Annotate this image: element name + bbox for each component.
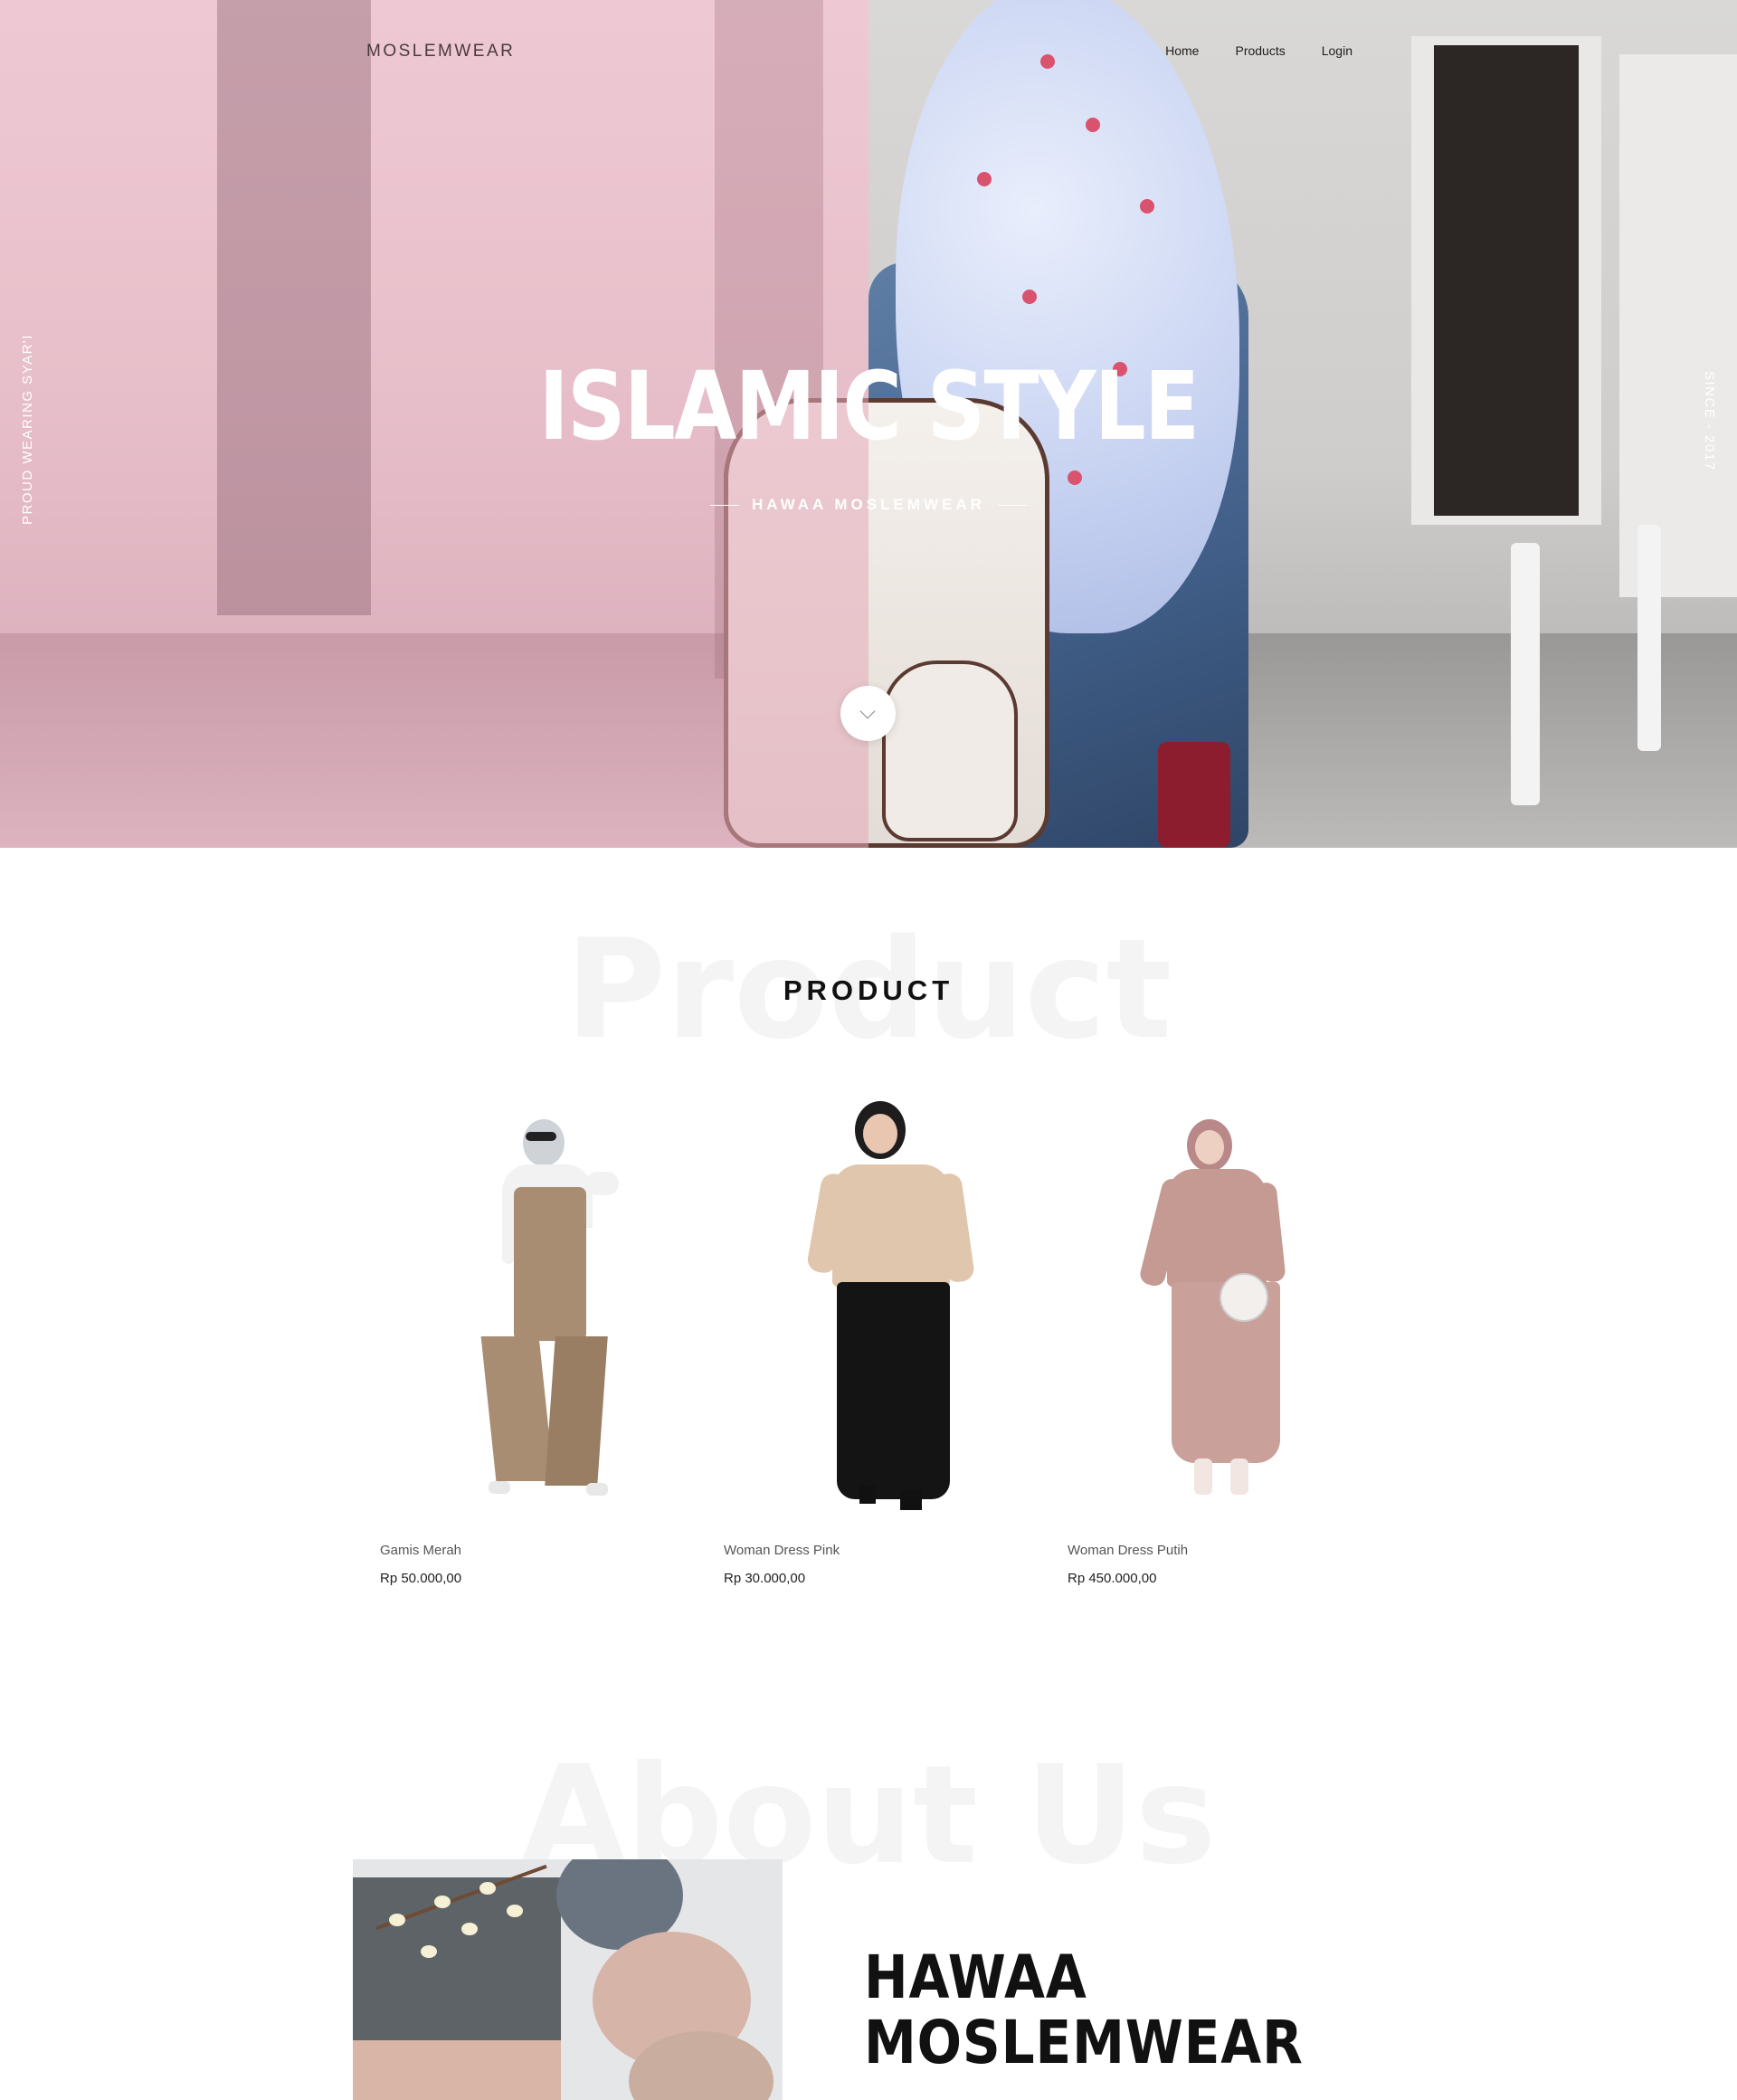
product-name[interactable]: Gamis Merah [380, 1543, 461, 1558]
product-price: Rp 30.000,00 [724, 1571, 806, 1586]
side-tagline-left: PROUD WEARING SYAR'I [20, 326, 38, 525]
about-section: About Us HAWAA MOSLEMWEAR [0, 1701, 1737, 2100]
product-section-title: PRODUCT [783, 974, 954, 1006]
scroll-down-button[interactable] [840, 686, 896, 741]
side-tagline-right-text: SINCE - 2017 [1702, 371, 1717, 471]
nav-link-login[interactable]: Login [1322, 43, 1353, 58]
product-price: Rp 50.000,00 [380, 1571, 462, 1586]
hero-subtitle: HAWAA MOSLEMWEAR [0, 496, 1737, 514]
product-card[interactable]: Woman Dress Pink Rp 30.000,00 [724, 1101, 1031, 1586]
about-heading: HAWAA MOSLEMWEAR [864, 1945, 1304, 2076]
divider-line-right [997, 504, 1027, 506]
hero-section: MOSLEMWEAR Home Products Login PROUD WEA… [0, 0, 1737, 848]
nav-link-home[interactable]: Home [1165, 43, 1199, 58]
product-image[interactable] [380, 1101, 688, 1499]
about-heading-line1: HAWAA [864, 1943, 1087, 2012]
product-price: Rp 450.000,00 [1068, 1571, 1157, 1586]
product-image[interactable] [1068, 1101, 1375, 1499]
product-name[interactable]: Woman Dress Pink [724, 1543, 840, 1558]
brand-logo[interactable]: MOSLEMWEAR [366, 42, 515, 62]
product-image[interactable] [724, 1101, 1031, 1510]
divider-line-left [710, 504, 740, 506]
nav-links: Home Products Login [1165, 43, 1353, 58]
about-image [353, 1859, 783, 2100]
hero-subtitle-text: HAWAA MOSLEMWEAR [752, 496, 985, 513]
product-grid: Gamis Merah Rp 50.000,00 Woman Dress Pin… [380, 1101, 1411, 1586]
chevron-down-icon [859, 703, 876, 719]
product-name[interactable]: Woman Dress Putih [1068, 1543, 1188, 1558]
hero-title: ISLAMIC STYLE [538, 351, 1201, 461]
product-section: Product PRODUCT Gamis Merah Rp 50.000,00 [0, 848, 1737, 1662]
product-card[interactable]: Gamis Merah Rp 50.000,00 [380, 1101, 688, 1586]
top-navbar: MOSLEMWEAR Home Products Login [0, 0, 1737, 104]
about-watermark: About Us [520, 1737, 1217, 1895]
side-tagline-right: SINCE - 2017 [1699, 371, 1717, 480]
about-heading-line2: MOSLEMWEAR [864, 2008, 1304, 2077]
product-card[interactable]: Woman Dress Putih Rp 450.000,00 [1068, 1101, 1375, 1586]
nav-link-products[interactable]: Products [1235, 43, 1285, 58]
